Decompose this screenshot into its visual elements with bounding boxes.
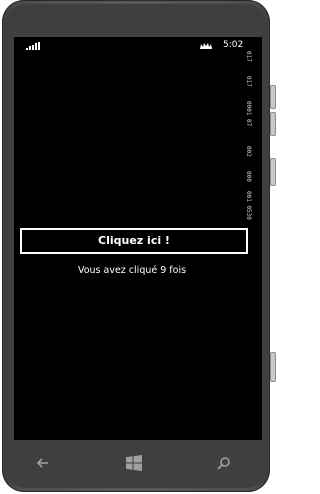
status-clock: 5:02	[223, 40, 244, 50]
click-count-label: Vous avez cliqué 9 fois	[77, 265, 187, 276]
battery-icon	[200, 43, 212, 49]
back-arrow-icon	[36, 458, 48, 468]
power-button[interactable]	[270, 158, 276, 186]
debug-counter: 002	[245, 146, 252, 157]
debug-counter: 017	[245, 51, 252, 62]
status-bar: 5:02	[14, 37, 262, 53]
click-here-button[interactable]: Cliquez ici !	[20, 228, 248, 254]
search-button[interactable]	[209, 451, 239, 475]
debug-counter: 017	[245, 76, 252, 87]
search-icon	[217, 457, 230, 470]
volume-up-button[interactable]	[270, 85, 276, 109]
start-button[interactable]	[119, 451, 149, 475]
frame-rate-counters: 017 017 0001 07 002 000 001 0530	[243, 51, 255, 221]
volume-down-button[interactable]	[270, 112, 276, 136]
camera-button[interactable]	[270, 352, 276, 382]
signal-bars-icon	[26, 42, 40, 50]
windows-start-icon	[126, 455, 142, 471]
debug-counter: 0001 07	[245, 101, 252, 127]
phone-screen: 5:02 017 017 0001 07 002 000 001 0530 Cl…	[14, 37, 262, 440]
debug-counter: 000	[245, 171, 252, 182]
back-button[interactable]	[28, 451, 58, 475]
navigation-bar	[14, 443, 262, 483]
debug-counter: 001 0530	[245, 191, 252, 220]
